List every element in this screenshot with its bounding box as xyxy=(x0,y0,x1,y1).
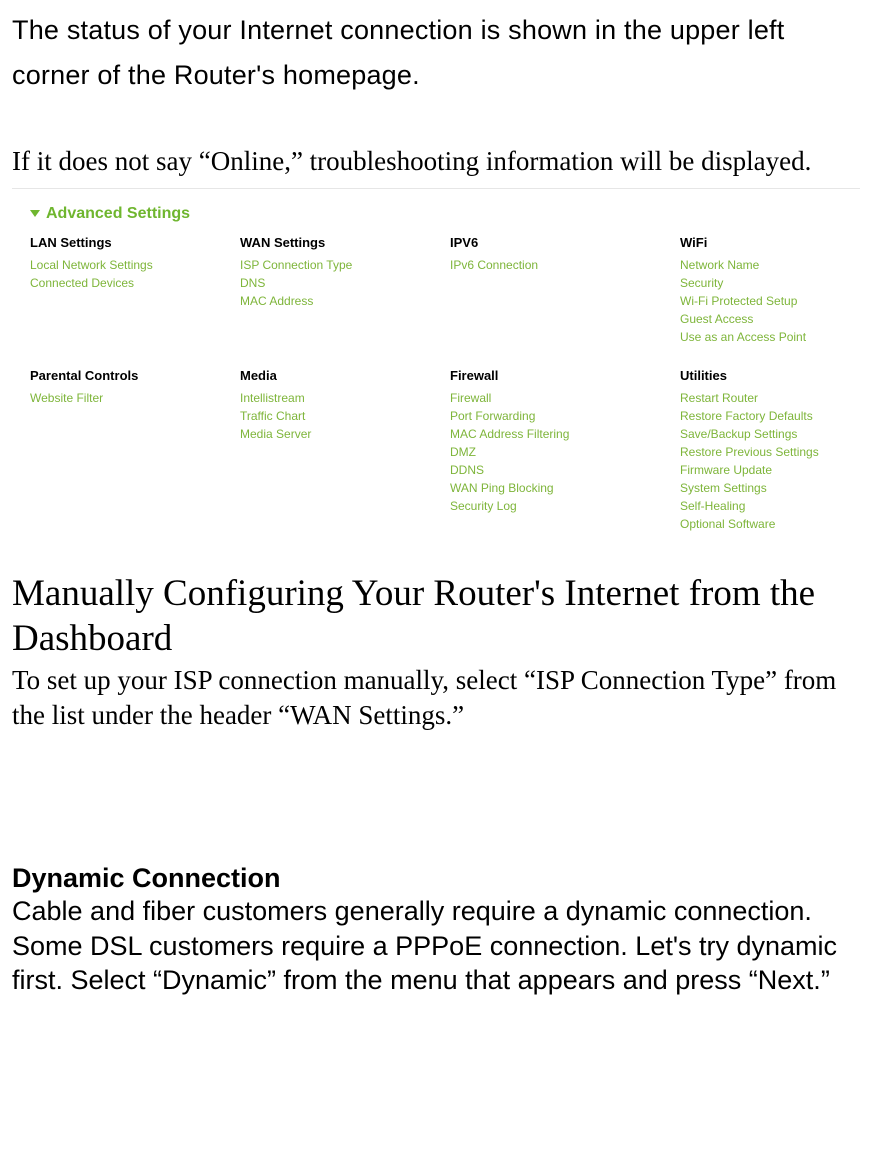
link-ddns[interactable]: DDNS xyxy=(450,461,680,479)
intro-status-text: The status of your Internet connection i… xyxy=(12,8,860,97)
col-head-wan: WAN Settings xyxy=(240,235,450,250)
para-dynamic-connection: Cable and fiber customers generally requ… xyxy=(12,894,860,998)
caret-down-icon xyxy=(30,210,40,217)
link-guest-access[interactable]: Guest Access xyxy=(680,310,860,328)
col-head-utilities: Utilities xyxy=(680,368,860,383)
link-ipv6-connection[interactable]: IPv6 Connection xyxy=(450,256,680,274)
link-firewall[interactable]: Firewall xyxy=(450,389,680,407)
col-head-wifi: WiFi xyxy=(680,235,860,250)
link-restore-factory-defaults[interactable]: Restore Factory Defaults xyxy=(680,407,860,425)
heading-dynamic-connection: Dynamic Connection xyxy=(12,863,860,894)
link-system-settings[interactable]: System Settings xyxy=(680,479,860,497)
col-firewall: Firewall Firewall Port Forwarding MAC Ad… xyxy=(450,368,680,533)
link-isp-connection-type[interactable]: ISP Connection Type xyxy=(240,256,450,274)
link-use-as-access-point[interactable]: Use as an Access Point xyxy=(680,328,860,346)
document-page: The status of your Internet connection i… xyxy=(0,8,872,1018)
link-mac-address-filtering[interactable]: MAC Address Filtering xyxy=(450,425,680,443)
link-security[interactable]: Security xyxy=(680,274,860,292)
col-media: Media Intellistream Traffic Chart Media … xyxy=(240,368,450,533)
col-lan: LAN Settings Local Network Settings Conn… xyxy=(30,235,240,346)
spacer xyxy=(12,733,860,863)
link-wan-ping-blocking[interactable]: WAN Ping Blocking xyxy=(450,479,680,497)
col-head-firewall: Firewall xyxy=(450,368,680,383)
col-utilities: Utilities Restart Router Restore Factory… xyxy=(680,368,860,533)
col-head-ipv6: IPV6 xyxy=(450,235,680,250)
panel-title-row[interactable]: Advanced Settings xyxy=(30,205,860,223)
link-local-network-settings[interactable]: Local Network Settings xyxy=(30,256,240,274)
heading-manual-config: Manually Configuring Your Router's Inter… xyxy=(12,571,860,661)
col-ipv6: IPV6 IPv6 Connection xyxy=(450,235,680,346)
panel-title: Advanced Settings xyxy=(46,205,190,223)
link-website-filter[interactable]: Website Filter xyxy=(30,389,240,407)
col-head-media: Media xyxy=(240,368,450,383)
col-head-parental: Parental Controls xyxy=(30,368,240,383)
link-wifi-protected-setup[interactable]: Wi-Fi Protected Setup xyxy=(680,292,860,310)
col-wan: WAN Settings ISP Connection Type DNS MAC… xyxy=(240,235,450,346)
link-media-server[interactable]: Media Server xyxy=(240,425,450,443)
link-connected-devices[interactable]: Connected Devices xyxy=(30,274,240,292)
link-traffic-chart[interactable]: Traffic Chart xyxy=(240,407,450,425)
spacer xyxy=(12,97,860,143)
link-network-name[interactable]: Network Name xyxy=(680,256,860,274)
link-restore-previous-settings[interactable]: Restore Previous Settings xyxy=(680,443,860,461)
para-manual-config: To set up your ISP connection manually, … xyxy=(12,663,860,733)
link-intellistream[interactable]: Intellistream xyxy=(240,389,450,407)
col-wifi: WiFi Network Name Security Wi-Fi Protect… xyxy=(680,235,860,346)
link-restart-router[interactable]: Restart Router xyxy=(680,389,860,407)
link-optional-software[interactable]: Optional Software xyxy=(680,515,860,533)
advanced-settings-panel: Advanced Settings LAN Settings Local Net… xyxy=(12,188,860,543)
link-firmware-update[interactable]: Firmware Update xyxy=(680,461,860,479)
col-head-lan: LAN Settings xyxy=(30,235,240,250)
link-security-log[interactable]: Security Log xyxy=(450,497,680,515)
link-mac-address[interactable]: MAC Address xyxy=(240,292,450,310)
link-dmz[interactable]: DMZ xyxy=(450,443,680,461)
settings-grid: LAN Settings Local Network Settings Conn… xyxy=(30,235,860,533)
link-save-backup-settings[interactable]: Save/Backup Settings xyxy=(680,425,860,443)
col-parental: Parental Controls Website Filter xyxy=(30,368,240,533)
link-self-healing[interactable]: Self-Healing xyxy=(680,497,860,515)
intro-troubleshoot-text: If it does not say “Online,” troubleshoo… xyxy=(12,143,860,179)
link-dns[interactable]: DNS xyxy=(240,274,450,292)
link-port-forwarding[interactable]: Port Forwarding xyxy=(450,407,680,425)
